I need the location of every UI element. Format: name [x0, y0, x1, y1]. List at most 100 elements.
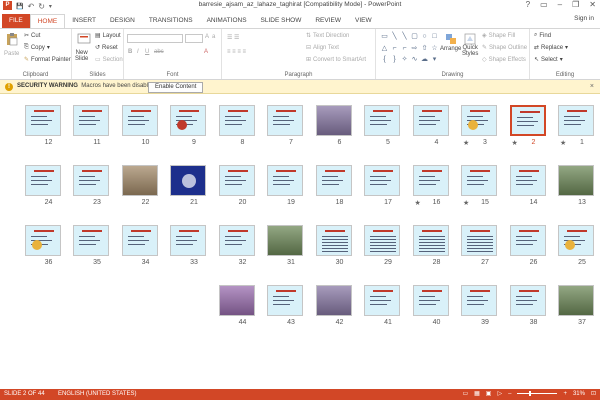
slide-thumbnail[interactable] — [24, 165, 61, 196]
select-button[interactable]: ↖ Select ▾ — [534, 56, 563, 64]
animation-star-icon[interactable]: ★ — [463, 139, 469, 147]
slide-thumbnail[interactable] — [558, 225, 594, 256]
convert-smartart-button[interactable]: ⊞ Convert to SmartArt — [306, 56, 366, 64]
zoom-in-button[interactable]: + — [563, 391, 567, 397]
copy-button[interactable]: ⎘ Copy ▾ — [24, 44, 50, 51]
shape-square-icon[interactable]: □ — [430, 32, 439, 43]
new-slide-icon[interactable] — [77, 32, 91, 46]
slide-thumbnail[interactable] — [73, 165, 109, 196]
font-color-button[interactable]: A — [204, 49, 208, 55]
slide-thumbnail[interactable] — [364, 225, 400, 256]
slide-thumbnail[interactable] — [267, 165, 303, 196]
bullets-button[interactable]: ☰ ☰ — [227, 34, 239, 41]
tab-file[interactable]: FILE — [2, 14, 30, 28]
slide-thumbnail[interactable] — [121, 105, 158, 136]
slide-thumbnail[interactable] — [267, 105, 303, 136]
slide-thumbnail[interactable] — [558, 105, 594, 136]
align-buttons[interactable]: ≡ ≡ ≡ ≡ — [227, 49, 246, 55]
slide-thumbnail[interactable] — [24, 105, 61, 136]
slide-thumbnail[interactable] — [364, 285, 400, 316]
slide-thumbnail[interactable] — [73, 225, 109, 256]
slide-thumbnail[interactable] — [558, 165, 594, 196]
slide-thumbnail[interactable] — [170, 165, 206, 196]
slide-thumbnail[interactable] — [461, 285, 497, 316]
underline-button[interactable]: U — [145, 49, 149, 55]
slide-thumbnail[interactable] — [509, 105, 546, 136]
replace-button[interactable]: ⇄ Replace ▾ — [534, 44, 568, 52]
reset-button[interactable]: ↺ Reset — [95, 44, 118, 52]
tab-slide-show[interactable]: SLIDE SHOW — [254, 14, 309, 28]
slide-thumbnail[interactable] — [170, 225, 206, 256]
slide-thumbnail[interactable] — [170, 105, 206, 136]
bold-button[interactable]: B — [128, 49, 132, 55]
new-slide-button[interactable]: New Slide — [75, 50, 88, 62]
slide-show-icon[interactable]: ▷ — [497, 390, 502, 397]
slide-thumbnail[interactable] — [412, 285, 449, 316]
tab-review[interactable]: REVIEW — [308, 14, 348, 28]
arrange-button[interactable]: Arrange — [440, 33, 461, 52]
restore-button[interactable]: ❐ — [572, 0, 579, 9]
slide-thumbnail[interactable] — [315, 285, 352, 316]
fit-to-window-icon[interactable]: ⊡ — [591, 390, 596, 397]
slide-thumbnail[interactable] — [461, 105, 497, 136]
slide-thumbnail[interactable] — [218, 225, 255, 256]
layout-button[interactable]: ▤ Layout — [95, 32, 121, 40]
slide-thumbnail[interactable] — [461, 165, 497, 196]
shape-rectangle-icon[interactable]: ▢ — [410, 32, 419, 43]
language-indicator[interactable]: ENGLISH (UNITED STATES) — [58, 391, 136, 397]
shrink-font-button[interactable]: a — [212, 34, 215, 40]
tab-design[interactable]: DESIGN — [103, 14, 142, 28]
slide-thumbnail[interactable] — [24, 225, 61, 256]
slide-thumbnail[interactable] — [315, 225, 352, 256]
slide-thumbnail[interactable] — [315, 105, 352, 136]
slide-thumbnail[interactable] — [315, 165, 352, 196]
align-text-button[interactable]: ⊟ Align Text — [306, 44, 339, 52]
quick-styles-button[interactable]: Quick Styles — [462, 33, 478, 57]
shape-effects-button[interactable]: ◇ Shape Effects — [482, 56, 526, 64]
slide-thumbnail[interactable] — [509, 225, 546, 256]
shape-more-icon[interactable]: ▾ — [430, 55, 439, 66]
slide-thumbnail[interactable] — [364, 105, 400, 136]
slide-sorter-view-icon[interactable]: ▦ — [474, 390, 480, 397]
paste-button[interactable]: Paste — [4, 51, 19, 57]
font-name-box[interactable] — [127, 34, 183, 43]
slide-thumbnail[interactable] — [267, 225, 303, 256]
shape-curve-icon[interactable]: ∿ — [410, 55, 419, 66]
shape-corner-icon[interactable]: ⌐ — [400, 44, 409, 55]
tab-view[interactable]: VIEW — [348, 14, 379, 28]
close-warning-icon[interactable]: × — [590, 83, 594, 90]
slide-thumbnail[interactable] — [218, 285, 255, 316]
shape-corner-icon[interactable]: ⌐ — [390, 44, 399, 55]
sign-in-link[interactable]: Sign in — [574, 15, 594, 22]
shape-arrow-icon[interactable]: ⇨ — [410, 44, 419, 55]
slide-thumbnail[interactable] — [121, 165, 158, 196]
tab-insert[interactable]: INSERT — [65, 14, 103, 28]
shape-cloud-icon[interactable]: ☁ — [420, 55, 429, 66]
slide-thumbnail[interactable] — [461, 225, 497, 256]
zoom-out-button[interactable]: – — [508, 391, 511, 397]
text-direction-button[interactable]: ⇅ Text Direction — [306, 32, 349, 40]
animation-star-icon[interactable]: ★ — [415, 199, 421, 207]
slide-thumbnail[interactable] — [412, 165, 449, 196]
italic-button[interactable]: I — [137, 49, 139, 55]
close-button[interactable]: ✕ — [589, 0, 596, 9]
enable-content-button[interactable]: Enable Content — [148, 81, 204, 93]
find-button[interactable]: ⌕ Find — [534, 32, 551, 39]
shape-fill-button[interactable]: ◈ Shape Fill — [482, 32, 515, 40]
slide-thumbnail[interactable] — [267, 285, 303, 316]
slide-thumbnail[interactable] — [364, 165, 400, 196]
shape-triangle-icon[interactable]: △ — [380, 44, 389, 55]
shape-line-icon[interactable]: ╲ — [400, 32, 409, 43]
animation-star-icon[interactable]: ★ — [512, 139, 518, 147]
slide-thumbnail[interactable] — [218, 105, 255, 136]
slide-thumbnail[interactable] — [412, 105, 449, 136]
shape-oval-icon[interactable]: ○ — [420, 32, 429, 43]
shape-rectangle-icon[interactable]: ▭ — [380, 32, 389, 43]
shape-line-icon[interactable]: ╲ — [390, 32, 399, 43]
zoom-level[interactable]: 31% — [573, 391, 585, 397]
reading-view-icon[interactable]: ▣ — [486, 390, 492, 397]
animation-star-icon[interactable]: ★ — [560, 139, 566, 147]
animation-star-icon[interactable]: ★ — [463, 199, 469, 207]
tab-transitions[interactable]: TRANSITIONS — [142, 14, 200, 28]
slide-thumbnail[interactable] — [218, 165, 255, 196]
